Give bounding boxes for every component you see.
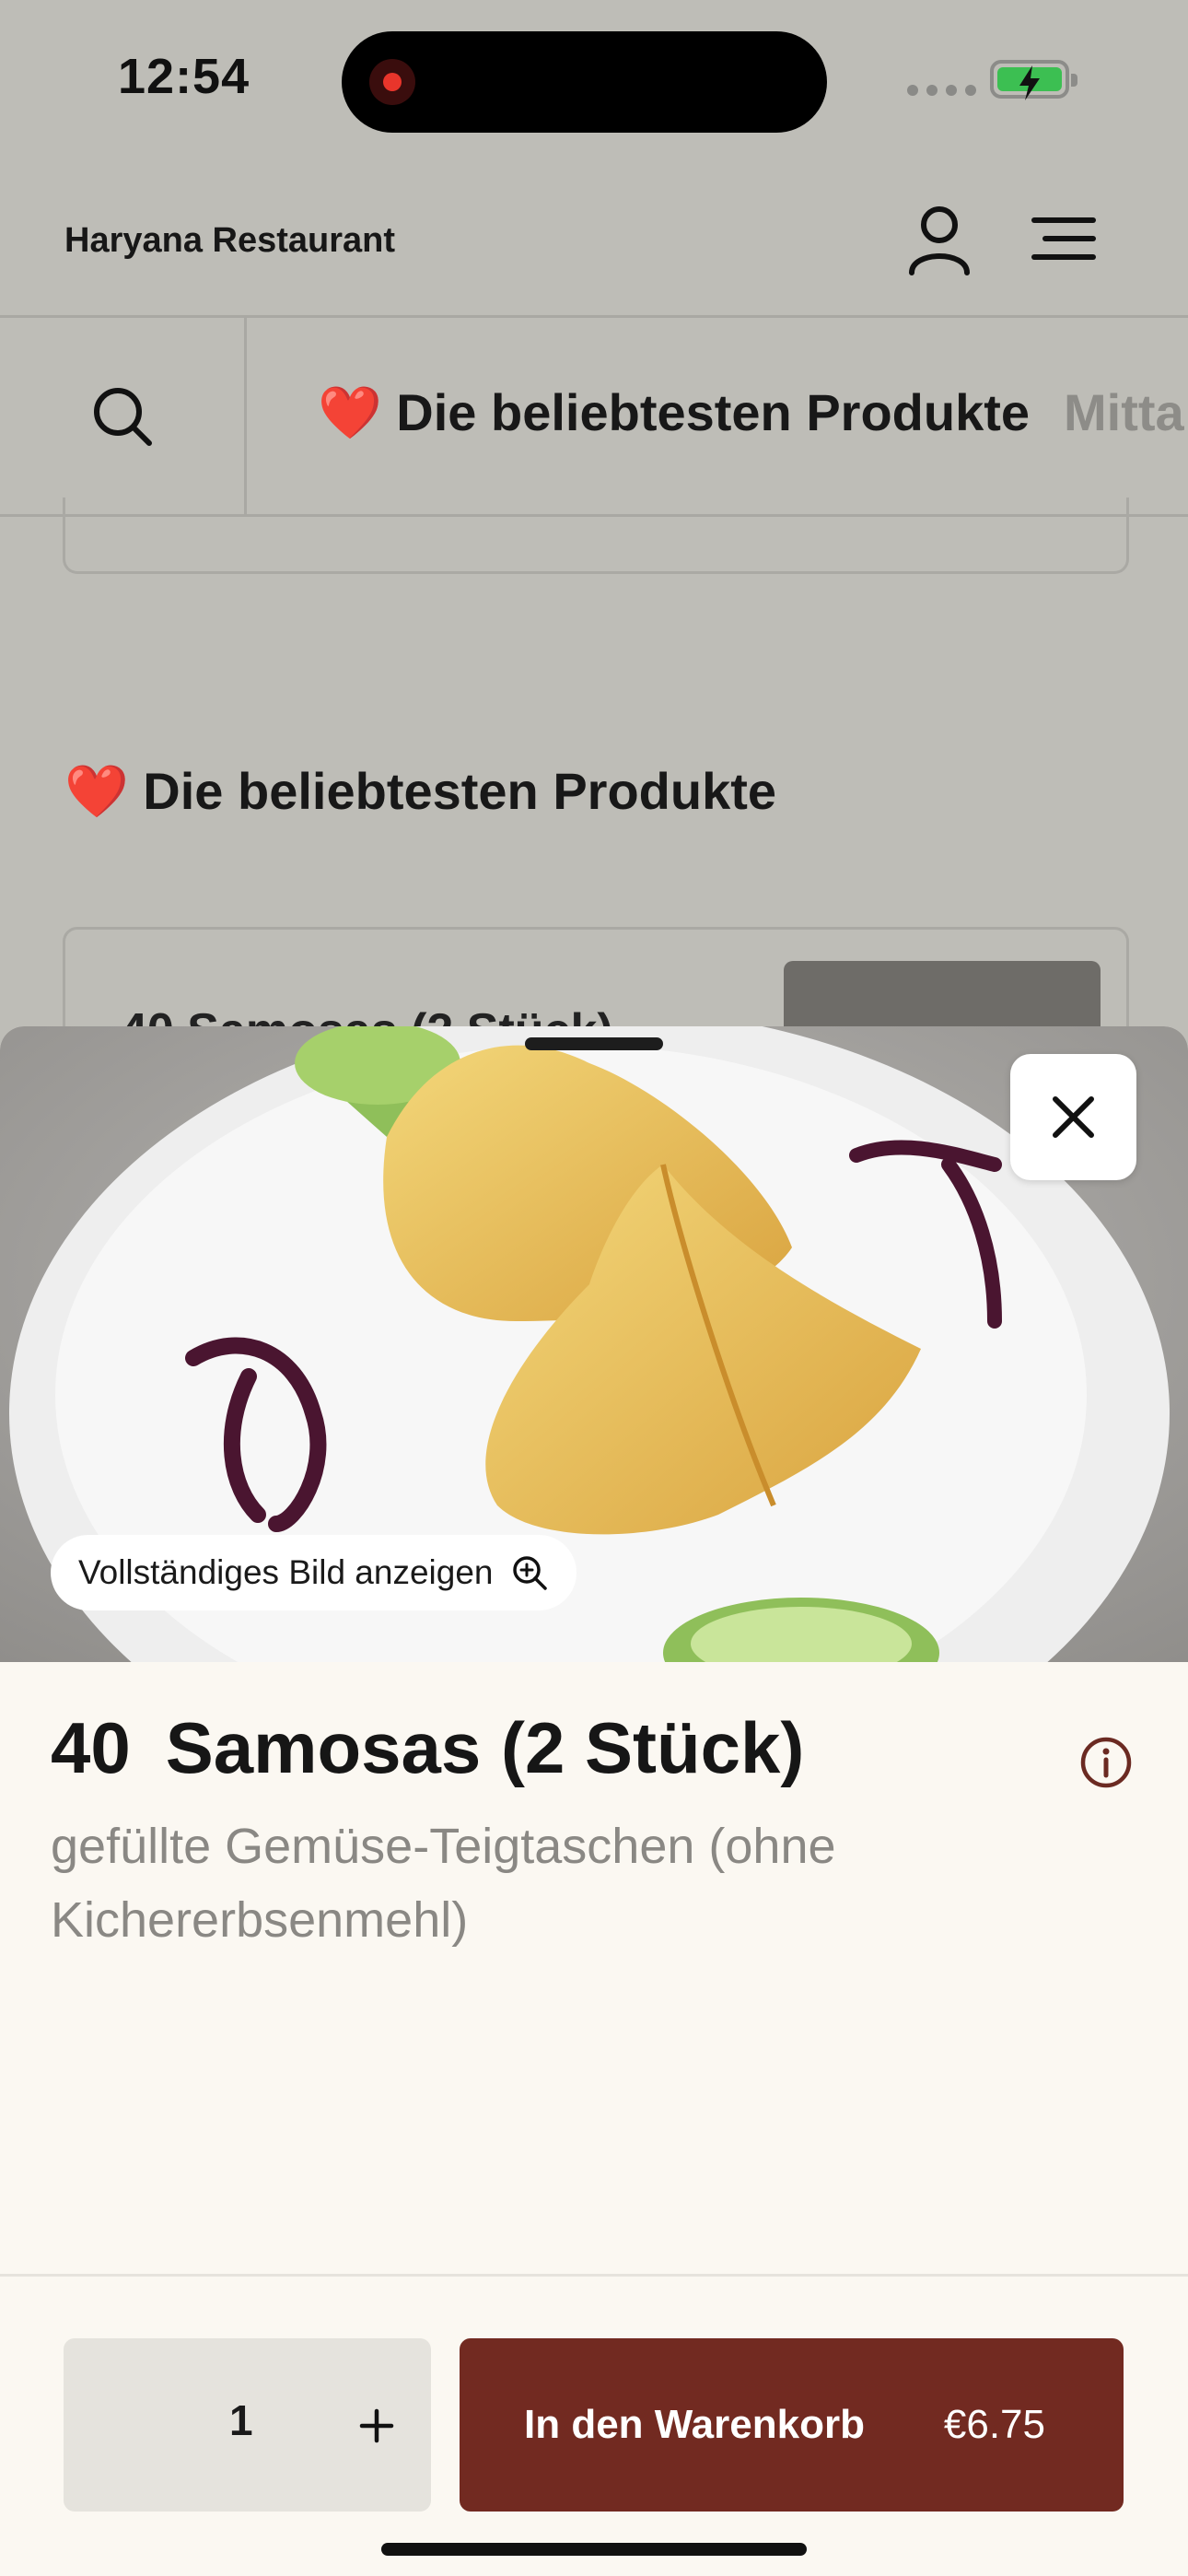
user-icon (909, 206, 970, 275)
product-number: 40 (51, 1707, 131, 1788)
plus-icon (359, 2408, 394, 2443)
dynamic-island (342, 31, 827, 133)
recording-indicator-icon (369, 59, 415, 105)
zoom-in-icon (512, 1556, 547, 1590)
menu-icon (1031, 217, 1096, 260)
cart-price: €6.75 (943, 2402, 1045, 2447)
heart-icon: ❤️ (318, 383, 382, 441)
status-time: 12:54 (118, 49, 250, 104)
show-full-image-label: Vollständiges Bild anzeigen (78, 1553, 494, 1591)
section-title-text: Die beliebtesten Produkte (143, 762, 777, 820)
home-indicator[interactable] (381, 2543, 807, 2556)
close-button[interactable] (1010, 1054, 1136, 1180)
product-image[interactable]: Vollständiges Bild anzeigen (0, 1026, 1188, 1662)
info-icon (1080, 1737, 1132, 1788)
battery-icon (990, 60, 1077, 100)
category-bar: ❤️ Die beliebtesten Produkte Mitta (0, 318, 1188, 517)
product-title: 40 Samosas (2 Stück) (51, 1706, 804, 1790)
section-heading: ❤️ Die beliebtesten Produkte (64, 761, 776, 822)
show-full-image-button[interactable]: Vollständiges Bild anzeigen (51, 1535, 577, 1610)
sheet-grabber[interactable] (525, 1037, 663, 1050)
account-button[interactable] (903, 203, 976, 276)
add-to-cart-button[interactable]: In den Warenkorb €6.75 (460, 2338, 1124, 2512)
add-to-cart-label: In den Warenkorb (524, 2402, 865, 2447)
tab-most-popular[interactable]: ❤️ Die beliebtesten Produkte (318, 382, 1030, 443)
signal-icon (907, 85, 976, 96)
menu-button[interactable] (1027, 207, 1101, 272)
previous-product-card[interactable] (63, 498, 1129, 574)
quantity-value: 1 (229, 2396, 253, 2444)
quantity-stepper: 1 (64, 2338, 431, 2512)
heart-icon: ❤️ (64, 762, 129, 820)
top-header: Haryana Restaurant (0, 166, 1188, 318)
product-detail-sheet: Vollständiges Bild anzeigen 40 Samosas (2… (0, 1026, 1188, 2576)
search-button[interactable] (0, 318, 247, 514)
product-description: gefüllte Gemüse-Teigtaschen (ohne Kicher… (51, 1819, 836, 1948)
tab-label: Die beliebtesten Produkte (396, 383, 1031, 441)
close-icon (1053, 1096, 1094, 1138)
status-bar: 12:54 (0, 0, 1188, 166)
info-button[interactable] (1079, 1736, 1133, 1789)
restaurant-name[interactable]: Haryana Restaurant (64, 221, 395, 261)
product-name: Samosas (2 Stück) (165, 1707, 805, 1788)
search-icon (94, 388, 152, 446)
increase-quantity-button[interactable] (331, 2379, 423, 2471)
tab-next-category[interactable]: Mitta (1064, 382, 1184, 442)
footer-divider (0, 2274, 1188, 2277)
